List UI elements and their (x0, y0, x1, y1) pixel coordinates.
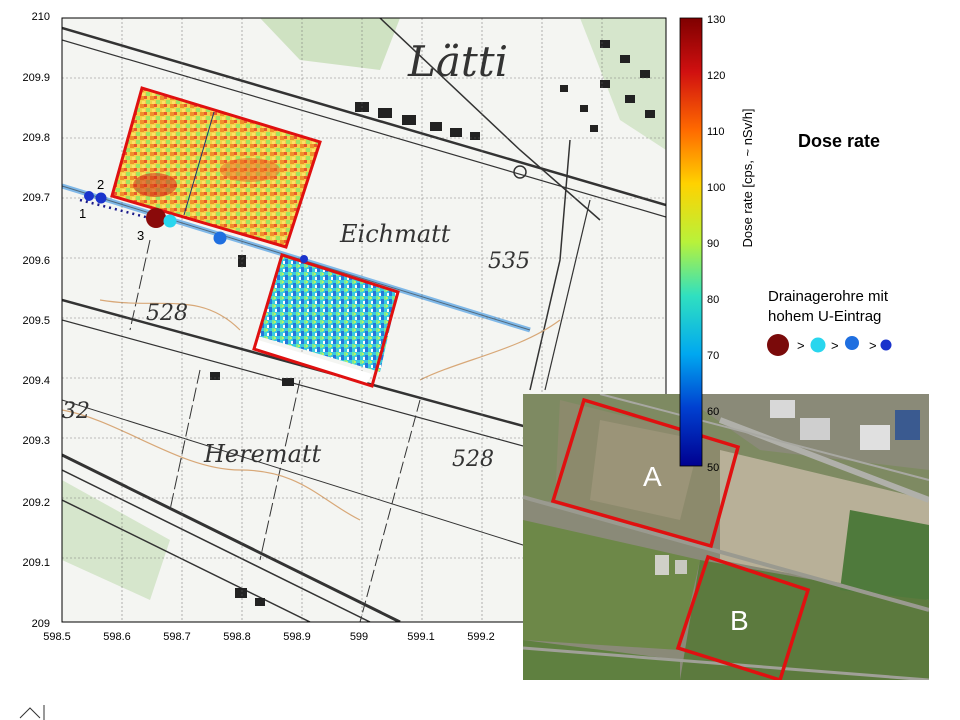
y-tick: 209.2 (22, 497, 50, 509)
y-tick: 210 (32, 11, 50, 23)
y-axis: 210 209.9 209.8 209.7 209.6 209.5 209.4 … (22, 11, 50, 630)
drain-point-2 (95, 192, 107, 204)
colorbar-tick: 80 (707, 294, 719, 306)
map-label-latti: Lätti (407, 37, 508, 86)
corner-glyph-icon (19, 705, 45, 720)
map-label-elevation-528-a: 528 (146, 301, 188, 326)
legend-dot-darkred (767, 334, 789, 356)
x-tick: 598.9 (283, 631, 311, 643)
x-tick: 599.2 (467, 631, 495, 643)
y-tick: 209.8 (22, 132, 50, 144)
drain-label-2: 2 (97, 177, 104, 192)
drain-point-cyan (163, 214, 177, 228)
colorbar-tick: 90 (707, 238, 719, 250)
drain-point-small (300, 255, 308, 263)
drain-point-1 (84, 191, 94, 201)
colorbar-label: Dose rate [cps, ~ nSv/h] (740, 108, 755, 247)
map-label-herematt: Herematt (203, 440, 322, 468)
legend-title: Drainagerohre mit hohem U-Eintrag (768, 288, 889, 325)
x-tick: 599.1 (407, 631, 435, 643)
legend-dot-cyan (810, 337, 826, 353)
colorbar-tick: 70 (707, 350, 719, 362)
drain-point-blue (213, 231, 227, 245)
map-label-elevation-32: 32 (62, 399, 90, 424)
map-label-eichmatt: Eichmatt (339, 220, 451, 248)
drain-label-3: 3 (137, 228, 144, 243)
x-tick: 599 (350, 631, 368, 643)
legend-sep: > (797, 338, 805, 353)
y-tick: 209.6 (22, 255, 50, 267)
y-tick: 209.7 (22, 192, 50, 204)
map-label-elevation-528-b: 528 (452, 447, 494, 472)
colorbar-tick: 60 (707, 406, 719, 418)
colorbar-tick: 110 (707, 126, 725, 138)
colorbar-tick: 120 (707, 70, 725, 82)
x-tick: 598.7 (163, 631, 191, 643)
x-tick: 598.5 (43, 631, 71, 643)
y-tick: 209.5 (22, 315, 50, 327)
inset-label-b: B (730, 605, 749, 636)
map-label-elevation-535: 535 (488, 249, 530, 274)
drain-label-1: 1 (79, 206, 86, 221)
dose-rate-map-figure: Lätti Eichmatt Herematt 535 528 528 32 1… (19, 11, 929, 720)
y-tick: 209.3 (22, 435, 50, 447)
colorbar-tick: 50 (707, 462, 719, 474)
y-tick: 209.4 (22, 375, 50, 387)
legend-sep: > (831, 338, 839, 353)
legend-dot-blue (845, 336, 859, 350)
legend-dot-darkblue (880, 339, 892, 351)
inset-label-a: A (643, 461, 662, 492)
y-tick: 209.1 (22, 557, 50, 569)
colorbar-tick: 130 (707, 14, 725, 26)
aerial-photo-inset: A B (523, 394, 929, 680)
drain-point-3 (146, 208, 166, 228)
legend-sep: > (869, 338, 877, 353)
x-axis: 598.5 598.6 598.7 598.8 598.9 599 599.1 … (43, 631, 495, 643)
colorbar-tick: 100 (707, 182, 725, 194)
y-tick: 209.9 (22, 72, 50, 84)
legend-symbols: > > > (767, 334, 892, 356)
x-tick: 598.8 (223, 631, 251, 643)
x-tick: 598.6 (103, 631, 131, 643)
figure-title: Dose rate (798, 131, 881, 151)
y-tick: 209 (32, 618, 50, 630)
